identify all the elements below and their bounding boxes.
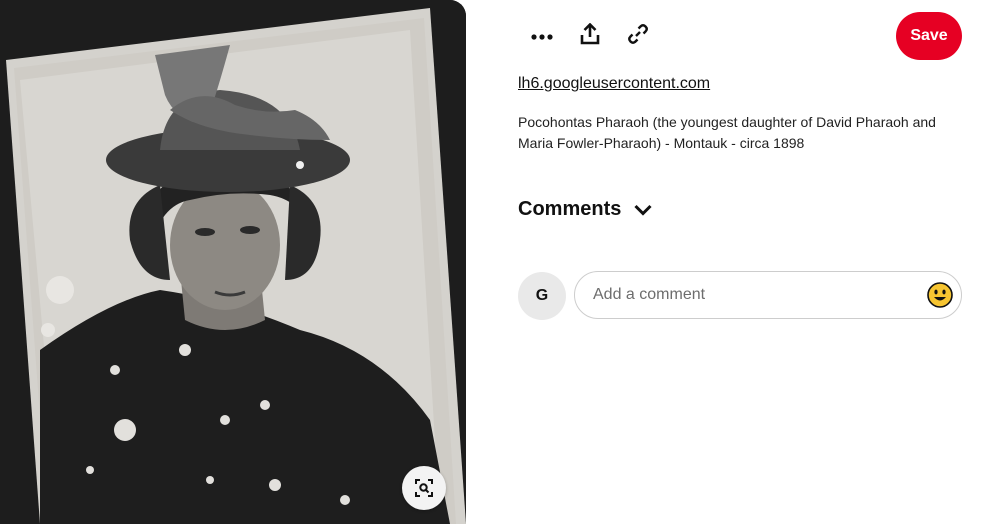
source-link[interactable]: lh6.googleusercontent.com (518, 75, 710, 93)
copy-link-button[interactable] (616, 14, 660, 58)
comment-box (574, 271, 962, 319)
avatar[interactable]: G (518, 272, 566, 320)
pin-image[interactable] (0, 0, 466, 524)
photograph (0, 0, 466, 524)
chevron-down-icon (633, 203, 653, 217)
more-options-button[interactable] (520, 14, 564, 58)
more-dots-icon (531, 27, 553, 45)
visual-search-icon (414, 478, 434, 498)
smiley-emoji-icon[interactable] (927, 282, 953, 308)
comments-title: Comments (518, 198, 622, 220)
comments-toggle[interactable]: Comments (518, 198, 653, 221)
visual-search-button[interactable] (402, 466, 446, 510)
save-button[interactable]: Save (896, 12, 962, 60)
share-upload-icon (580, 22, 600, 50)
link-icon (627, 23, 649, 50)
comment-input[interactable] (593, 272, 913, 318)
share-button[interactable] (568, 14, 612, 58)
pin-description: Pocohontas Pharaoh (the youngest daughte… (518, 114, 936, 151)
